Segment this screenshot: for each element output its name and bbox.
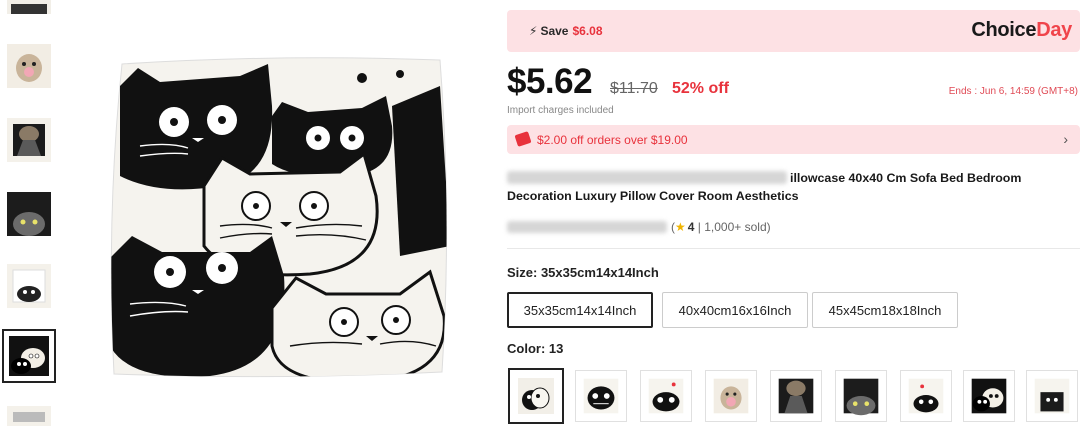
color-swatch[interactable] [1026,370,1078,422]
thumbnail[interactable] [7,118,51,162]
color-swatch[interactable] [900,370,952,422]
coupon-text: $2.00 off orders over $19.00 [537,133,688,147]
color-swatch[interactable] [575,370,627,422]
sale-end-time: Ends : Jun 6, 14:59 (GMT+8) [948,86,1078,97]
coupon-tag-icon [514,131,532,147]
chevron-right-icon[interactable]: › [1063,131,1068,147]
thumbnail-rail [0,0,62,436]
size-option-40x40[interactable]: 40x40cm16x16Inch [662,292,808,328]
original-price: $11.70 [610,80,658,97]
star-icon: ★ [675,220,686,234]
thumbnail-selected[interactable] [2,329,56,383]
color-swatch[interactable] [835,370,887,422]
discount-percent: 52% off [672,80,729,97]
size-option-45x45[interactable]: 45x45cm18x18Inch [812,292,958,328]
rating-sold: (★ 4 | 1,000+ sold) [671,220,771,234]
choice-day-banner: ⚡ Save $6.08 ChoiceDay [507,10,1080,52]
import-charges-note: Import charges included [507,105,614,116]
size-option-35x35[interactable]: 35x35cm14x14Inch [507,292,653,328]
size-label: Size: 35x35cm14x14Inch [507,265,659,280]
choice-day-logo: ChoiceDay [971,19,1072,41]
color-swatch-selected[interactable] [508,368,564,424]
color-label: Color: 13 [507,341,564,356]
thumbnail[interactable] [7,192,51,236]
save-amount: $6.08 [572,24,603,38]
divider [507,248,1080,249]
current-price: $5.62 [507,62,593,101]
rating-value: 4 [687,220,695,234]
thumbnail[interactable] [7,0,51,14]
redacted-store-name [507,221,667,233]
color-swatch[interactable] [963,370,1015,422]
product-info-panel: ⚡ Save $6.08 ChoiceDay $5.62 $11.70 52% … [507,0,1080,436]
coupon-bar[interactable]: $2.00 off orders over $19.00 › [507,125,1080,154]
color-swatch[interactable] [770,370,822,422]
color-swatch[interactable] [640,370,692,422]
lightning-bolt-icon: ⚡ [529,24,538,38]
sold-count: 1,000+ sold [704,220,767,234]
product-title: illowcase 40x40 Cm Sofa Bed Bedroom Deco… [507,171,1022,203]
main-product-image[interactable] [100,46,460,386]
save-label: Save [540,24,569,38]
color-swatch[interactable] [705,370,757,422]
thumbnail[interactable] [7,44,51,88]
thumbnail[interactable] [7,264,51,308]
save-badge: ⚡ Save $6.08 [529,24,603,38]
thumbnail[interactable] [7,406,51,426]
